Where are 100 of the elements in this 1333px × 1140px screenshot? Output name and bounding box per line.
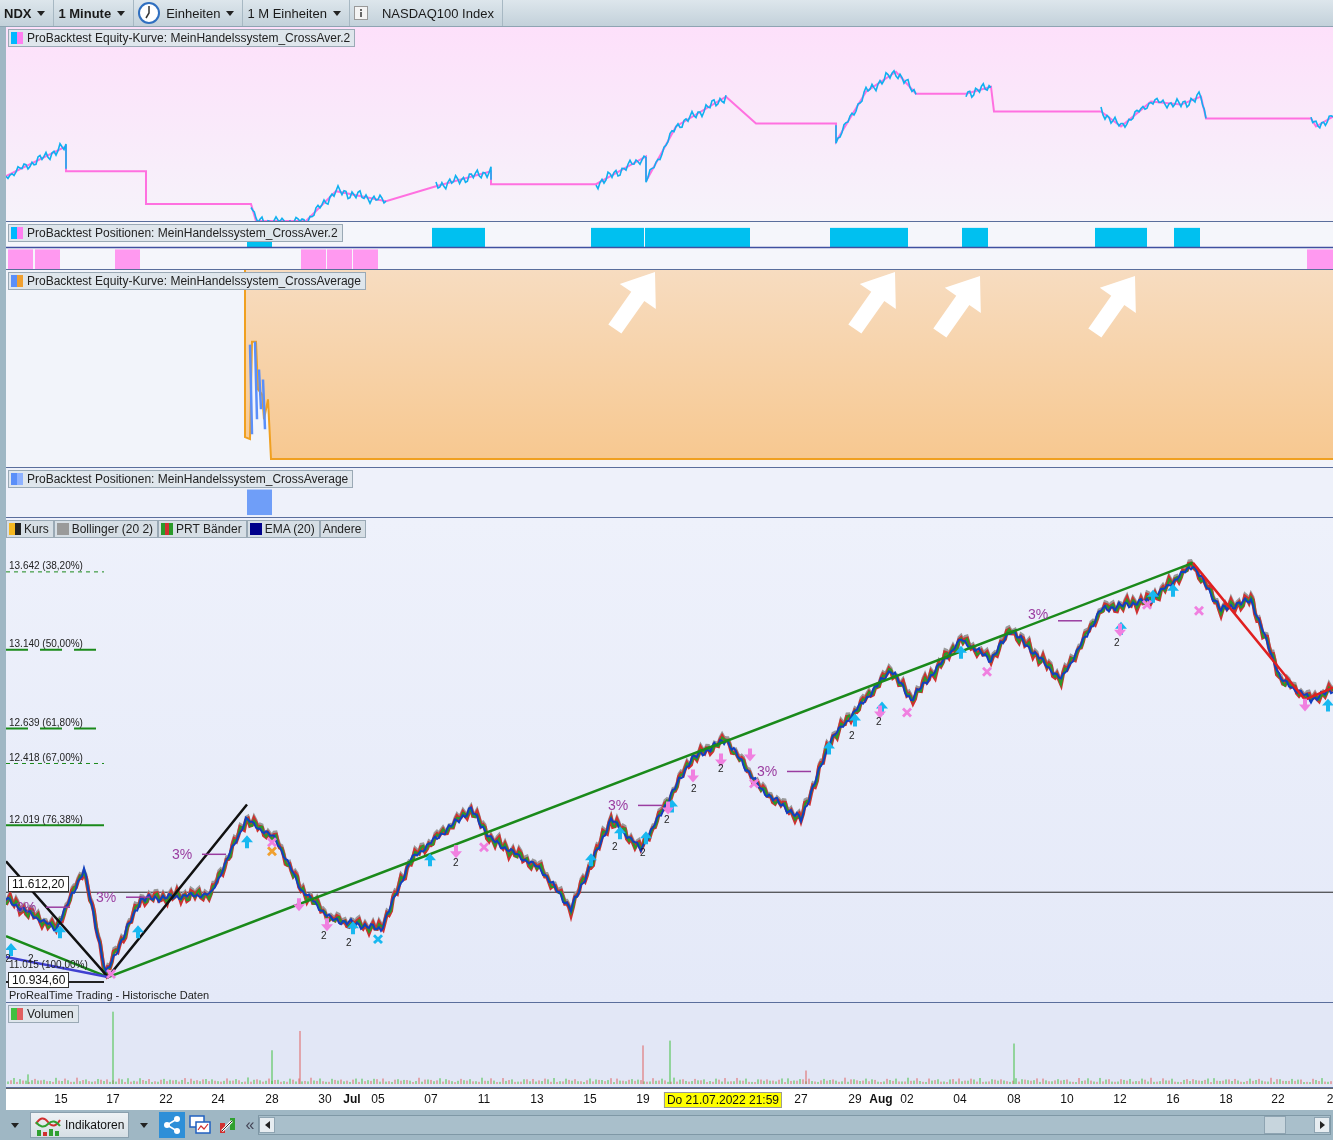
axis-label: 22 (158, 1092, 174, 1106)
indicator-chart-icon (35, 1114, 61, 1136)
caret-icon (11, 1122, 19, 1128)
count-mark: 2 (321, 930, 327, 941)
price-tag: 10.934,60 (8, 972, 70, 988)
chart-windows-icon (189, 1115, 212, 1135)
count-mark: 2 (664, 814, 670, 825)
axis-label: 17 (105, 1092, 121, 1106)
toolbar-dropdown[interactable]: NDX (0, 0, 55, 26)
share-icon (163, 1116, 182, 1134)
scroll-left-button[interactable] (259, 1117, 276, 1133)
axis-label: 28 (264, 1092, 280, 1106)
share-button[interactable] (159, 1112, 186, 1138)
count-mark: 2 (6, 953, 11, 964)
collapse-toggle[interactable]: « (243, 1116, 257, 1134)
scroll-thumb[interactable] (1264, 1116, 1286, 1134)
axis-label: 15 (53, 1092, 69, 1106)
caret-icon (117, 10, 126, 16)
axis-label: 05 (370, 1092, 386, 1106)
percent-mark: 3% (757, 763, 778, 779)
indicator-legend-tab[interactable]: PRT Bänder (158, 520, 247, 538)
axis-label: 10 (1059, 1092, 1075, 1106)
panel-title-text: ProBacktest Positionen: MeinHandelssystem_CrossAverage (27, 472, 349, 486)
series-swatch-icon (11, 32, 23, 44)
panel-title[interactable]: ProBacktest Equity-Kurve: MeinHandelssystem_CrossAverage (8, 272, 366, 290)
axis-label: 19 (635, 1092, 651, 1106)
mark-leader-line (1057, 620, 1083, 622)
indicator-legend-tab[interactable]: Bollinger (20 2) (53, 520, 159, 538)
clock-icon (138, 2, 161, 24)
axis-label: 07 (423, 1092, 439, 1106)
indicator-legend-tab[interactable]: EMA (20) (246, 520, 320, 538)
axis-label: 24 (210, 1092, 226, 1106)
percent-mark: 3% (16, 899, 37, 915)
instrument-info[interactable]: NASDAQ100 Index (349, 0, 503, 26)
fib-level-label: 13.140 (50,00%) (9, 638, 83, 649)
count-mark: 2 (1114, 637, 1120, 648)
panel-title[interactable]: ProBacktest Equity-Kurve: MeinHandelssystem_CrossAver.2 (8, 29, 356, 47)
axis-label: 16 (1165, 1092, 1181, 1106)
units-dropdown[interactable]: Einheiten (134, 0, 244, 26)
indicator-label: EMA (20) (264, 522, 315, 536)
arrow-drawing (848, 272, 896, 334)
horizontal-scrollbar[interactable] (258, 1115, 1331, 1135)
arrow-drawing (608, 272, 656, 334)
fib-level-label: 12.019 (76,38%) (9, 814, 83, 825)
panel-title[interactable]: ProBacktest Positionen: MeinHandelssystem_CrossAverage (8, 470, 354, 488)
panel-title-text: ProBacktest Positionen: MeinHandelssystem_CrossAver.2 (27, 226, 338, 240)
caret-icon (226, 10, 235, 16)
indicator-label: Bollinger (20 2) (71, 522, 154, 536)
fib-level-label: 12.639 (61,80%) (9, 717, 83, 728)
percent-mark: 3% (172, 846, 193, 862)
fib-level-label: 12.418 (67,00%) (9, 752, 83, 763)
axis-label: 18 (1218, 1092, 1234, 1106)
axis-label: 30 (317, 1092, 333, 1106)
mark-leader-line (125, 896, 151, 898)
count-mark: 2 (612, 841, 618, 852)
right-arrow-icon (1319, 1121, 1325, 1129)
axis-label: 11 (476, 1092, 492, 1106)
indicator-label: PRT Bänder (176, 522, 242, 536)
axis-label: 15 (582, 1092, 598, 1106)
legend-swatch-icon (161, 523, 174, 535)
axis-label: Jul (342, 1092, 362, 1106)
legend-swatch-icon (9, 523, 21, 535)
indicator-legend-tab[interactable]: Andere (319, 520, 367, 538)
fib-level-label: 13.642 (38,20%) (9, 560, 83, 571)
count-mark: 2 (453, 857, 459, 868)
arrow-drawing (1088, 275, 1136, 338)
count-mark: 2 (876, 716, 882, 727)
volume-legend-tab[interactable]: Volumen (8, 1005, 79, 1023)
series-swatch-icon (11, 275, 23, 287)
indicator-label: Volumen (27, 1007, 74, 1021)
caret-icon (37, 10, 46, 16)
indicator-label: Kurs (24, 522, 49, 536)
mark-leader-line (637, 804, 663, 807)
indicators-button[interactable]: Indikatoren (30, 1112, 130, 1138)
count-mark: 2 (718, 763, 724, 774)
legend-swatch-icon (11, 1008, 23, 1020)
mark-leader-line (786, 770, 812, 773)
toolbar-dropdown[interactable]: 1 Minute (54, 0, 135, 26)
percent-mark: 3% (96, 889, 117, 905)
axis-label: 2 (1325, 1092, 1333, 1106)
axis-label: 22 (1270, 1092, 1286, 1106)
panel-title-text: ProBacktest Equity-Kurve: MeinHandelssystem_CrossAverage (27, 274, 361, 288)
percent-mark: 3% (1028, 606, 1049, 622)
scroll-right-button[interactable] (1314, 1117, 1330, 1133)
axis-label: 29 (847, 1092, 863, 1106)
mark-leader-line (201, 853, 227, 856)
arrow-drawing (933, 275, 981, 338)
axis-label: 27 (793, 1092, 809, 1106)
data-source-label: ProRealTime Trading - Historische Daten (9, 989, 210, 1001)
count-mark: 2 (691, 783, 697, 794)
indicator-label: Andere (322, 522, 362, 536)
axis-label: 13 (529, 1092, 545, 1106)
count-mark: 2 (849, 730, 855, 741)
panel-title[interactable]: ProBacktest Positionen: MeinHandelssystem_CrossAver.2 (8, 224, 343, 242)
axis-label: Aug (868, 1092, 894, 1106)
series-swatch-icon (11, 227, 23, 239)
toolbar-dropdown[interactable]: 1 M Einheiten (243, 0, 350, 26)
indicator-legend-tab[interactable]: Kurs (6, 520, 54, 538)
price-tag: 11.612,20 (8, 876, 69, 892)
count-mark: 2 (346, 937, 352, 948)
